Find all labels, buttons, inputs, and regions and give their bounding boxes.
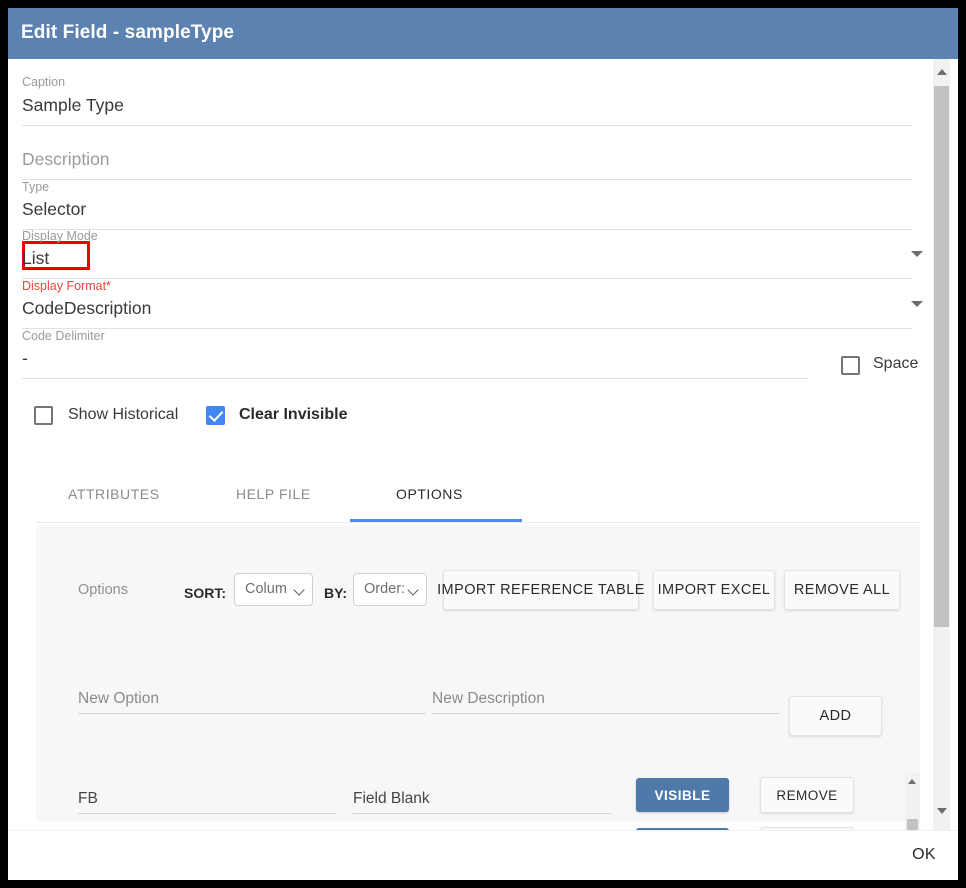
tab-active-indicator [350, 519, 522, 522]
type-label: Type [22, 180, 50, 194]
sort-order-value: Order: [364, 581, 406, 597]
sort-column-select[interactable]: Colum [234, 573, 313, 606]
tab-options[interactable]: OPTIONS [396, 486, 463, 502]
caption-field[interactable]: Caption Sample Type [22, 75, 912, 126]
show-historical-checkbox[interactable] [34, 406, 53, 425]
option-visible-button-0[interactable]: VISIBLE [636, 778, 729, 812]
add-option-button[interactable]: ADD [789, 696, 882, 736]
ok-button[interactable]: OK [904, 842, 944, 868]
type-input[interactable]: Selector [22, 197, 912, 230]
options-section-label: Options [78, 582, 128, 598]
dialog-scrollbar[interactable] [926, 59, 958, 830]
clear-invisible-checkbox[interactable] [206, 406, 225, 425]
options-list-scrollbar[interactable] [905, 773, 920, 830]
dialog-titlebar: Edit Field - sampleType [8, 8, 958, 59]
chevron-down-icon-order [407, 584, 419, 596]
display-mode-field[interactable]: Display Mode List [22, 229, 923, 279]
code-delimiter-label: Code Delimiter [22, 329, 105, 343]
edit-field-dialog: Edit Field - sampleType Caption Sample T… [8, 8, 958, 880]
option-code-0[interactable]: FB [78, 790, 336, 814]
description-input[interactable]: Description [22, 147, 912, 180]
option-description-0[interactable]: Field Blank [353, 790, 611, 814]
options-list-scrollbar-thumb[interactable] [907, 819, 918, 830]
options-panel: Options SORT: Colum BY: Order: IMPORT RE… [36, 525, 920, 830]
description-field[interactable]: Description [22, 147, 912, 180]
new-option-input[interactable]: New Option [78, 690, 426, 714]
display-mode-label: Display Mode [22, 229, 98, 243]
display-format-select[interactable]: CodeDescription [22, 296, 912, 329]
remove-all-button[interactable]: REMOVE ALL [784, 570, 900, 610]
chevron-down-icon-display-format[interactable] [911, 301, 923, 307]
clear-invisible-label: Clear Invisible [239, 406, 348, 423]
dialog-title: Edit Field - sampleType [21, 22, 235, 43]
sort-order-select[interactable]: Order: [353, 573, 427, 606]
tab-help-file[interactable]: HELP FILE [236, 486, 311, 502]
display-format-label: Display Format* [22, 279, 912, 293]
code-delimiter-field[interactable]: Code Delimiter - [22, 329, 808, 379]
show-historical-label: Show Historical [68, 406, 179, 423]
scroll-down-arrow-icon[interactable] [937, 808, 947, 814]
scroll-up-arrow-icon[interactable] [937, 69, 947, 75]
caption-input[interactable]: Sample Type [22, 93, 912, 126]
type-field[interactable]: Type Selector [22, 180, 912, 230]
required-marker: * [106, 279, 111, 293]
screenshot-root: Edit Field - sampleType Caption Sample T… [0, 0, 966, 888]
sort-label: SORT: [184, 585, 226, 601]
space-checkbox[interactable] [841, 356, 860, 375]
dialog-scrollbar-thumb[interactable] [934, 86, 949, 627]
chevron-down-icon-display-mode[interactable] [911, 251, 923, 257]
option-remove-button-0[interactable]: REMOVE [760, 777, 854, 813]
dialog-body: Caption Sample Type Description Type Sel… [8, 59, 958, 830]
by-label: BY: [324, 585, 348, 601]
display-mode-select[interactable]: List [22, 246, 912, 279]
import-excel-button[interactable]: IMPORT EXCEL [653, 570, 775, 610]
sort-column-value: Colum [245, 581, 287, 597]
code-delimiter-input[interactable]: - [22, 346, 808, 379]
dialog-footer: OK [8, 830, 958, 880]
caption-label: Caption [22, 75, 66, 89]
space-checkbox-label: Space [873, 355, 919, 372]
import-reference-table-button[interactable]: IMPORT REFERENCE TABLE [437, 570, 644, 610]
tabbar: ATTRIBUTES HELP FILE OPTIONS [36, 471, 920, 523]
display-format-field[interactable]: Display Format* CodeDescription [22, 279, 923, 329]
display-format-label-text: Display Format [22, 279, 107, 293]
chevron-down-icon-sort [293, 584, 305, 596]
scroll-up-arrow-icon-options-list[interactable] [908, 779, 916, 784]
new-description-input[interactable]: New Description [432, 690, 780, 714]
tab-attributes[interactable]: ATTRIBUTES [68, 486, 160, 502]
